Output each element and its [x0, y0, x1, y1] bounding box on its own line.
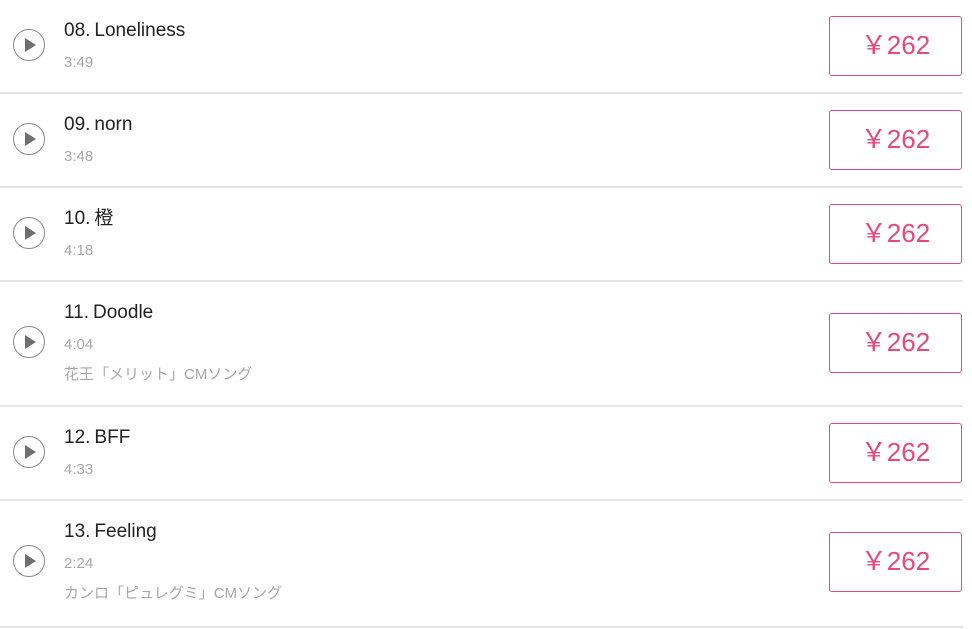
play-icon — [25, 38, 36, 52]
track-number: 08. — [64, 20, 91, 41]
play-button[interactable] — [13, 545, 45, 577]
buy-price-button[interactable]: ￥262 — [829, 16, 962, 76]
track-number: 12. — [64, 427, 91, 448]
play-button[interactable] — [13, 123, 45, 155]
play-icon — [25, 226, 36, 240]
track-name: 橙 — [94, 208, 114, 229]
track-row: 11. Doodle 4:04 花王「メリット」CMソング ￥262 — [0, 282, 963, 407]
track-title[interactable]: 11. Doodle — [64, 302, 252, 324]
play-button[interactable] — [13, 436, 45, 468]
track-title[interactable]: 08. Loneliness — [64, 20, 185, 42]
play-button[interactable] — [13, 29, 45, 61]
track-info: 11. Doodle 4:04 花王「メリット」CMソング — [64, 302, 252, 384]
track-title[interactable]: 13. Feeling — [64, 521, 282, 543]
play-icon — [25, 132, 36, 146]
buy-price-button[interactable]: ￥262 — [829, 532, 962, 592]
track-name: BFF — [94, 427, 131, 448]
track-title[interactable]: 12. BFF — [64, 427, 130, 449]
track-name: Loneliness — [94, 20, 186, 41]
track-info: 10. 橙 4:18 — [64, 208, 113, 260]
track-title[interactable]: 10. 橙 — [64, 208, 113, 230]
track-tie-in-note: 花王「メリット」CMソング — [64, 366, 253, 383]
track-row: 08. Loneliness 3:49 ￥262 — [0, 0, 963, 94]
track-number: 09. — [64, 114, 91, 135]
track-info: 09. norn 3:48 — [64, 114, 132, 166]
buy-price-button[interactable]: ￥262 — [829, 423, 962, 483]
buy-price-button[interactable]: ￥262 — [829, 313, 962, 373]
track-duration: 3:48 — [64, 148, 94, 165]
track-duration: 2:24 — [64, 555, 94, 572]
track-number: 13. — [64, 521, 91, 542]
track-duration: 4:18 — [64, 242, 94, 259]
buy-price-button[interactable]: ￥262 — [829, 110, 962, 170]
play-button[interactable] — [13, 217, 45, 249]
track-number: 11. — [64, 302, 90, 323]
play-icon — [25, 554, 36, 568]
track-row: 12. BFF 4:33 ￥262 — [0, 407, 963, 501]
track-list: 08. Loneliness 3:49 ￥262 09. norn 3:48 ￥26… — [0, 0, 963, 628]
play-button[interactable] — [13, 326, 45, 358]
play-icon — [25, 445, 36, 459]
track-row: 13. Feeling 2:24 カンロ「ピュレグミ」CMソング ￥262 — [0, 501, 963, 626]
buy-price-button[interactable]: ￥262 — [829, 204, 962, 264]
track-tie-in-note: カンロ「ピュレグミ」CMソング — [64, 585, 283, 602]
track-name: Feeling — [94, 521, 157, 542]
track-duration: 4:04 — [64, 336, 94, 353]
track-info: 08. Loneliness 3:49 — [64, 20, 185, 72]
track-info: 12. BFF 4:33 — [64, 427, 130, 479]
track-number: 10. — [64, 208, 91, 229]
track-info: 13. Feeling 2:24 カンロ「ピュレグミ」CMソング — [64, 521, 282, 603]
track-row: 09. norn 3:48 ￥262 — [0, 94, 963, 188]
track-name: norn — [94, 114, 133, 135]
play-icon — [25, 335, 36, 349]
track-row: 10. 橙 4:18 ￥262 — [0, 188, 963, 282]
track-duration: 3:49 — [64, 54, 94, 71]
track-title[interactable]: 09. norn — [64, 114, 132, 136]
track-duration: 4:33 — [64, 461, 94, 478]
track-name: Doodle — [93, 302, 154, 323]
